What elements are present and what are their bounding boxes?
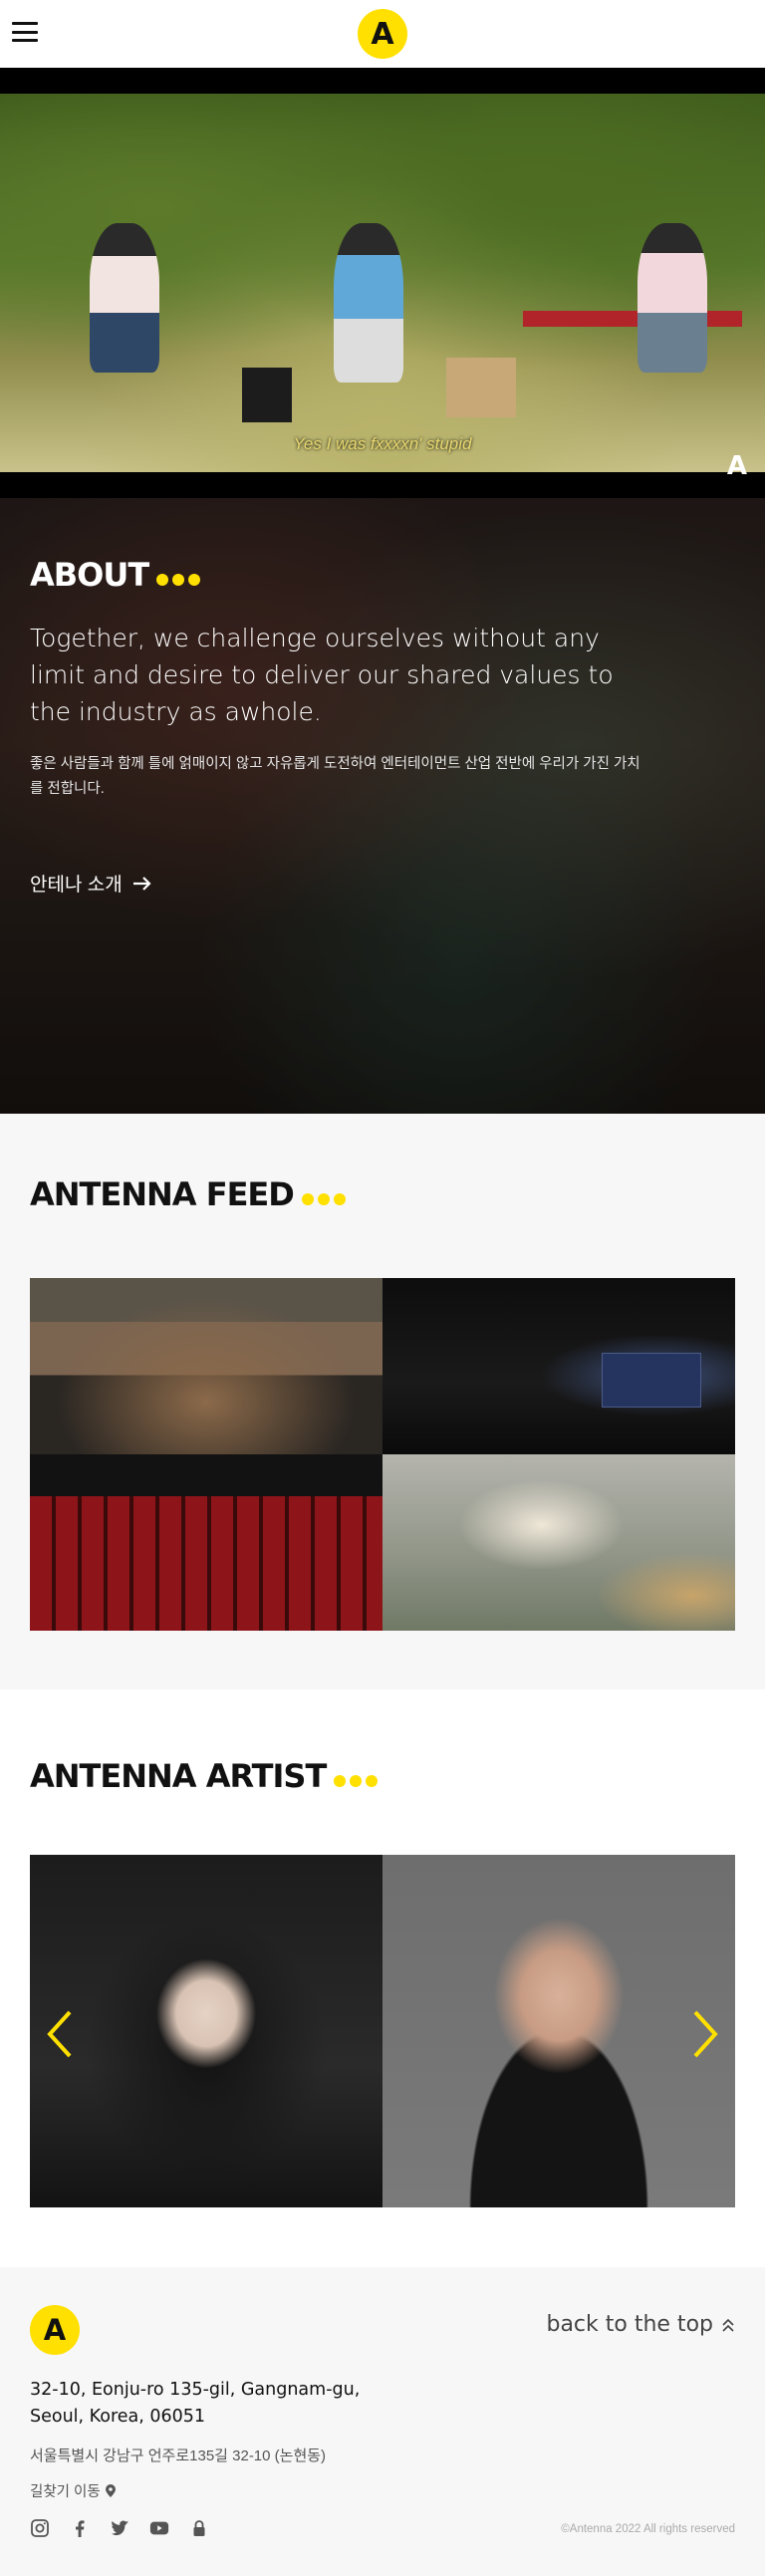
artist-title: ANTENNA ARTIST — [30, 1757, 379, 1795]
twitter-icon[interactable] — [110, 2518, 129, 2538]
feed-man-with-dog[interactable] — [382, 1454, 735, 1631]
about-korean-text: 좋은 사람들과 함께 틀에 얽매이지 않고 자유롭게 도전하여 엔터테이먼트 산… — [30, 756, 640, 797]
dots-icon — [334, 1775, 379, 1787]
site-header: A — [0, 0, 765, 68]
about-link-label: 안테나 소개 — [30, 875, 123, 896]
feed-title: ANTENNA FEED — [30, 1175, 346, 1213]
dots-icon — [301, 1193, 346, 1205]
dots-icon — [156, 574, 201, 586]
feed-section: ANTENNA FEED — [0, 1114, 765, 1689]
musician-keyboardist — [638, 223, 707, 373]
footer-logo[interactable]: A — [30, 2305, 80, 2355]
feed-grid — [30, 1278, 735, 1631]
musician-singer — [334, 223, 403, 383]
about-section: ABOUT Together, we challenge ourselves w… — [0, 498, 765, 1114]
keyboard-instrument — [523, 311, 742, 327]
hero-video[interactable]: Yes I was fxxxxn' stupid A — [0, 68, 765, 498]
back-to-top-label: back to the top — [546, 2312, 713, 2337]
copyright-text: ©Antenna 2022 All rights reserved — [561, 2523, 735, 2535]
address-line-2: Seoul, Korea, 06051 — [30, 2407, 206, 2427]
amplifier — [446, 358, 516, 417]
hamburger-menu-icon[interactable] — [12, 22, 38, 42]
map-pin-icon — [105, 2483, 116, 2497]
address-korean: 서울특별시 강남구 언주로135길 32-10 (논현동) — [30, 2447, 327, 2464]
chevron-right-icon[interactable] — [685, 2004, 725, 2064]
feed-stage-screen[interactable] — [382, 1278, 735, 1454]
address-english: 32-10, Eonju-ro 135-gil, Gangnam-gu, Seo… — [30, 2377, 360, 2431]
about-link[interactable]: 안테나 소개 — [30, 870, 152, 897]
address-line-1: 32-10, Eonju-ro 135-gil, Gangnam-gu, — [30, 2380, 361, 2400]
artist-section: ANTENNA ARTIST — [0, 1689, 765, 2267]
antenna-logo[interactable]: A — [358, 9, 407, 59]
video-subtitle: Yes I was fxxxxn' stupid — [293, 434, 472, 453]
hero-video-frame — [0, 94, 765, 472]
lock-icon[interactable] — [189, 2518, 209, 2538]
about-title: ABOUT — [30, 556, 647, 594]
directions-link[interactable]: 길찾기 이동 — [30, 2480, 117, 2501]
arrow-right-icon — [132, 876, 151, 891]
facebook-icon[interactable] — [70, 2518, 90, 2538]
artist-slider — [30, 1855, 735, 2207]
double-chevron-up-icon — [722, 2318, 734, 2332]
artist-card[interactable] — [382, 1855, 735, 2207]
amplifier — [242, 368, 292, 422]
musician-guitarist — [90, 223, 159, 373]
chevron-left-icon[interactable] — [40, 2004, 80, 2064]
about-lead-text: Together, we challenge ourselves without… — [30, 624, 614, 726]
stage-screen — [602, 1353, 701, 1408]
instagram-icon[interactable] — [30, 2518, 50, 2538]
youtube-icon[interactable] — [149, 2518, 169, 2538]
hero-watermark-logo: A — [726, 451, 747, 481]
back-to-top-button[interactable]: back to the top — [546, 2312, 735, 2337]
site-footer: A back to the top 32-10, Eonju-ro 135-gi… — [0, 2267, 765, 2576]
feed-theater-seats[interactable] — [30, 1454, 382, 1631]
artist-card[interactable] — [30, 1855, 382, 2207]
directions-label: 길찾기 이동 — [30, 2484, 101, 2500]
feed-concert-hall[interactable] — [30, 1278, 382, 1454]
social-links — [30, 2518, 209, 2538]
